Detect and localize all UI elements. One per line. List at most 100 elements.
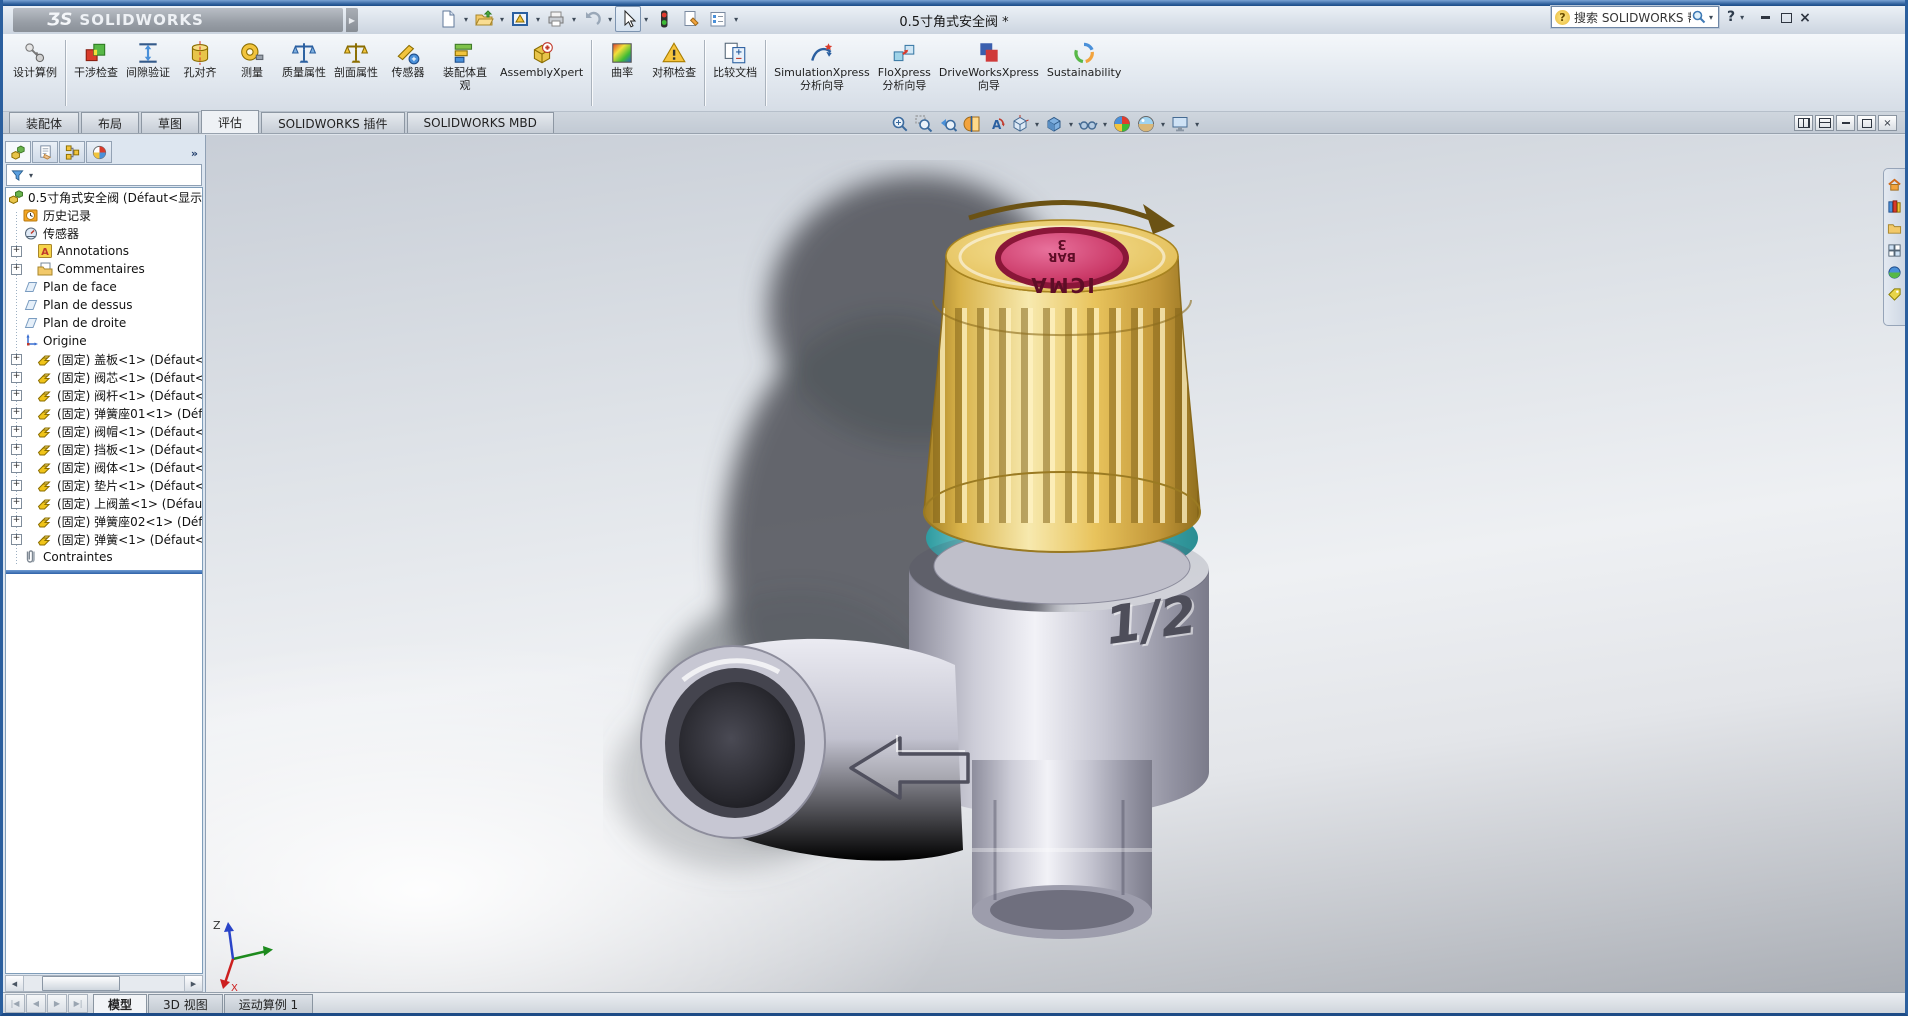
tree-item-part-gasket[interactable]: + (固定) 垫片<1> (Défaut<< (6, 476, 202, 494)
help-button[interactable]: ?▾ (1727, 9, 1746, 25)
tree-item-part-baffle[interactable]: + (固定) 挡板<1> (Défaut<< (6, 440, 202, 458)
driveworksxpress-button[interactable]: DriveWorksXpress 向导 (935, 37, 1043, 109)
model-tab[interactable]: 模型 (93, 994, 147, 1013)
expand-toggle[interactable]: + (11, 372, 22, 383)
hide-show-items-button[interactable] (1077, 114, 1099, 134)
open-button[interactable] (471, 6, 497, 32)
tree-item-part-cover[interactable]: + (固定) 盖板<1> (Défaut<< (6, 350, 202, 368)
measure-button[interactable]: 测量 (226, 37, 278, 109)
expand-toggle[interactable]: + (11, 408, 22, 419)
restore-button[interactable] (1776, 10, 1796, 25)
expand-toggle[interactable]: + (11, 462, 22, 473)
expand-toggle[interactable]: + (11, 390, 22, 401)
tab-solidworks-addins[interactable]: SOLIDWORKS 插件 (261, 112, 404, 133)
hide-show-items-dropdown[interactable]: ▾ (1103, 120, 1107, 129)
view-palette-tab[interactable] (1887, 243, 1902, 258)
select-dropdown[interactable]: ▾ (644, 15, 648, 24)
expand-toggle[interactable]: + (11, 246, 22, 257)
undo-button[interactable] (579, 6, 605, 32)
tree-item-part-spring[interactable]: + (固定) 弹簧<1> (Défaut<< (6, 530, 202, 548)
search-icon[interactable] (1691, 9, 1707, 25)
previous-tab-button[interactable]: ◀ (26, 994, 46, 1013)
3d-views-tab[interactable]: 3D 视图 (148, 994, 223, 1013)
sustainability-button[interactable]: Sustainability (1043, 37, 1125, 109)
tree-item-annotations[interactable]: + A Annotations (6, 242, 202, 260)
symmetry-check-button[interactable]: 对称检查 (648, 37, 700, 109)
expand-toggle[interactable]: + (11, 516, 22, 527)
help-search-box[interactable]: ? 搜索 SOLIDWORKS 帮助 ▾ (1551, 6, 1719, 28)
tree-item-part-springseat01[interactable]: + (固定) 弹簧座01<1> (Défa (6, 404, 202, 422)
expand-toggle[interactable]: + (11, 480, 22, 491)
print-button[interactable] (543, 6, 569, 32)
tree-item-mates[interactable]: Contraintes (6, 548, 202, 566)
split-pane-horizontal-button[interactable] (1794, 115, 1813, 131)
options-button[interactable] (705, 6, 731, 32)
zoom-to-fit-button[interactable] (889, 114, 911, 134)
display-style-dropdown[interactable]: ▾ (1069, 120, 1073, 129)
interference-check-button[interactable]: 干涉检查 (70, 37, 122, 109)
document-restore-button[interactable] (1857, 115, 1876, 131)
tree-item-plane-front[interactable]: Plan de face (6, 278, 202, 296)
tab-layout[interactable]: 布局 (81, 112, 139, 133)
section-view-button[interactable] (961, 114, 983, 134)
clearance-verification-button[interactable]: 间隙验证 (122, 37, 174, 109)
tree-item-comments[interactable]: + Commentaires (6, 260, 202, 278)
propertymanager-tab[interactable] (32, 141, 58, 163)
previous-view-button[interactable] (937, 114, 959, 134)
configurationmanager-tab[interactable] (59, 141, 85, 163)
logo-expand-button[interactable]: ▶ (346, 8, 358, 32)
graphics-viewport[interactable]: 1/2 1/2 3 BAR ICMA (3, 135, 1905, 993)
tree-item-sensors[interactable]: 传感器 (6, 224, 202, 242)
featuremanager-tree-tab[interactable] (5, 141, 31, 163)
tree-item-part-stem[interactable]: + (固定) 阀杆<1> (Défaut<< (6, 386, 202, 404)
feature-tree[interactable]: 0.5寸角式安全阀 (Défaut<显示 历史记录 传感器 + A Annota… (5, 187, 203, 974)
apply-scene-button[interactable] (1135, 114, 1157, 134)
tab-solidworks-mbd[interactable]: SOLIDWORKS MBD (407, 112, 554, 133)
file-properties-button[interactable] (678, 6, 704, 32)
tree-item-plane-top[interactable]: Plan de dessus (6, 296, 202, 314)
view-orientation-dropdown[interactable]: ▾ (1035, 120, 1039, 129)
scroll-left-button[interactable]: ◀ (6, 976, 24, 991)
tree-item-history[interactable]: 历史记录 (6, 206, 202, 224)
sensors-button[interactable]: 传感器 (382, 37, 434, 109)
motion-study-tab[interactable]: 运动算例 1 (224, 994, 313, 1013)
solidworks-resources-tab[interactable] (1887, 177, 1902, 192)
compare-documents-button[interactable]: 比较文档 (709, 37, 761, 109)
rebuild-button[interactable] (651, 6, 677, 32)
file-explorer-tab[interactable] (1887, 221, 1902, 236)
document-minimize-button[interactable] (1836, 115, 1855, 131)
save-dropdown[interactable]: ▾ (536, 15, 540, 24)
appearances-scenes-tab[interactable] (1887, 265, 1902, 280)
search-input[interactable]: 搜索 SOLIDWORKS 帮助 (1574, 9, 1691, 26)
edit-appearance-button[interactable] (1111, 114, 1133, 134)
print-dropdown[interactable]: ▾ (572, 15, 576, 24)
view-settings-button[interactable] (1169, 114, 1191, 134)
minimize-button[interactable] (1755, 10, 1775, 25)
expand-toggle[interactable]: + (11, 426, 22, 437)
tree-item-plane-right[interactable]: Plan de droite (6, 314, 202, 332)
section-properties-button[interactable]: 剖面属性 (330, 37, 382, 109)
tree-item-root[interactable]: 0.5寸角式安全阀 (Défaut<显示 (6, 188, 202, 206)
tab-assembly[interactable]: 装配体 (9, 112, 79, 133)
design-library-tab[interactable] (1887, 199, 1902, 214)
close-button[interactable]: × (1795, 10, 1815, 25)
dynamic-annotation-views-button[interactable]: A (985, 114, 1007, 134)
tab-sketch[interactable]: 草图 (141, 112, 199, 133)
custom-properties-tab[interactable] (1887, 287, 1902, 302)
scrollbar-thumb[interactable] (42, 976, 120, 991)
first-tab-button[interactable]: |◀ (5, 994, 25, 1013)
tree-item-part-uppercap[interactable]: + (固定) 上阀盖<1> (Défaut (6, 494, 202, 512)
expand-toggle[interactable]: + (11, 354, 22, 365)
tree-item-part-core[interactable]: + (固定) 阀芯<1> (Défaut<< (6, 368, 202, 386)
select-tool-button[interactable] (615, 6, 641, 32)
tree-item-part-body[interactable]: + (固定) 阀体<1> (Défaut<< (6, 458, 202, 476)
document-close-button[interactable]: × (1878, 115, 1897, 131)
save-button[interactable] (507, 6, 533, 32)
search-dropdown[interactable]: ▾ (1709, 13, 1713, 22)
last-tab-button[interactable]: ▶| (68, 994, 88, 1013)
tree-horizontal-scrollbar[interactable]: ◀ ▶ (5, 975, 203, 992)
tree-item-part-springseat02[interactable]: + (固定) 弹簧座02<1> (Défa (6, 512, 202, 530)
filter-dropdown[interactable]: ▾ (29, 171, 33, 180)
expand-toggle[interactable]: + (11, 534, 22, 545)
next-tab-button[interactable]: ▶ (47, 994, 67, 1013)
